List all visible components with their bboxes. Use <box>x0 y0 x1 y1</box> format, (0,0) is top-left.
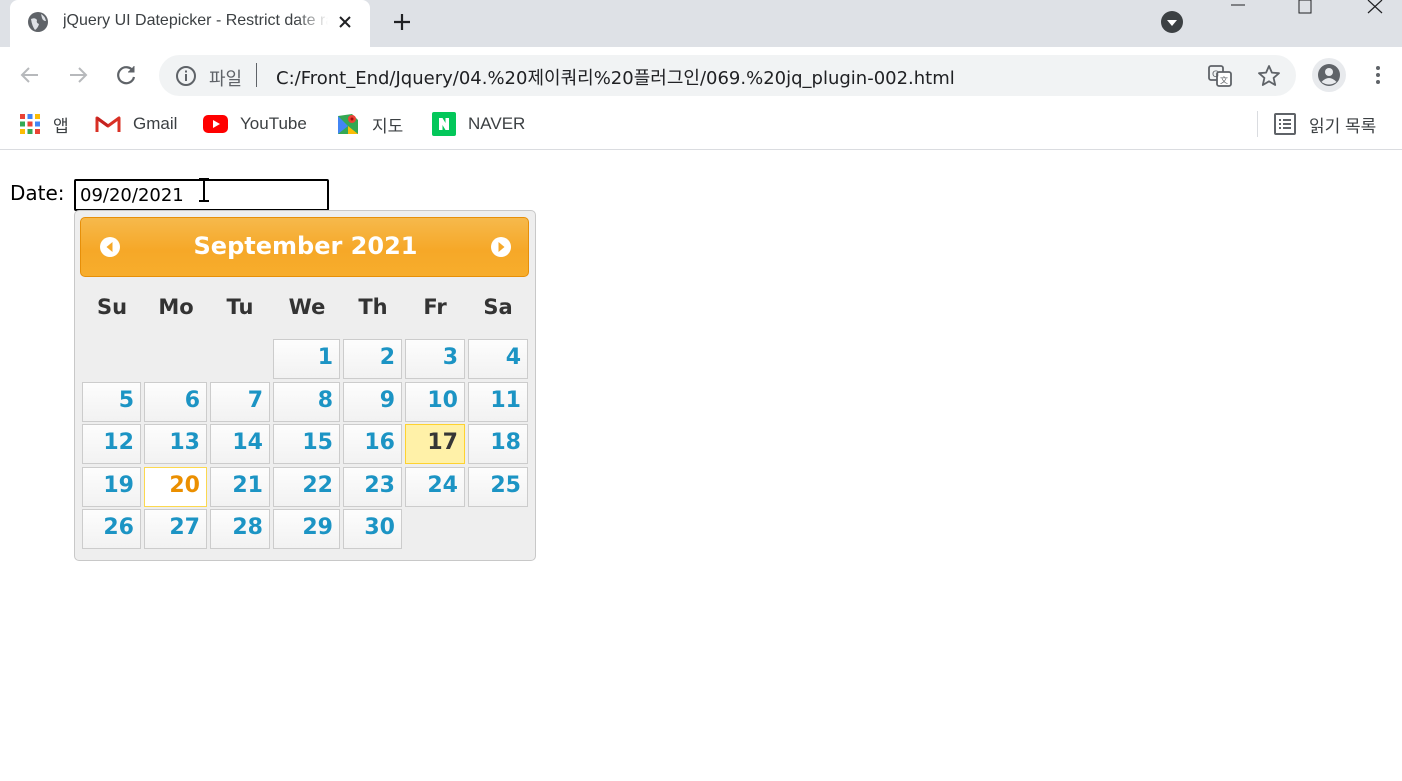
apps-grid-icon <box>20 114 40 134</box>
day-cell-4[interactable]: 4 <box>468 339 528 379</box>
bookmark-gmail[interactable]: Gmail <box>95 111 177 137</box>
datepicker-month-year: September 2021 <box>193 232 418 260</box>
page-content: Date: September 2021 SuMoTuWeThFrSa 1234… <box>0 151 1402 781</box>
day-cell-14[interactable]: 14 <box>210 424 270 464</box>
bookmark-maps[interactable]: 지도 <box>336 111 403 137</box>
naver-icon <box>432 112 456 136</box>
day-cell-22[interactable]: 22 <box>273 467 340 507</box>
browser-toolbar: 파일 C:/Front_End/Jquery/04.%20제이쿼리%20플러그인… <box>0 47 1402 103</box>
day-cell-20[interactable]: 20 <box>144 467 207 507</box>
reading-list-button[interactable]: 읽기 목록 <box>1273 111 1376 137</box>
date-label: Date: <box>10 181 65 205</box>
translate-icon[interactable]: G 文 <box>1207 63 1233 89</box>
address-scheme: 파일 <box>209 69 243 90</box>
bookmark-youtube[interactable]: YouTube <box>203 111 307 137</box>
day-cell-13[interactable]: 13 <box>144 424 207 464</box>
bookmark-label: YouTube <box>240 114 307 133</box>
day-cell-6[interactable]: 6 <box>144 382 207 422</box>
day-cell-25[interactable]: 25 <box>468 467 528 507</box>
bookmark-naver[interactable]: NAVER <box>432 111 525 137</box>
day-cell-29[interactable]: 29 <box>273 509 340 549</box>
weekday-label: Sa <box>483 295 513 319</box>
day-cell-8[interactable]: 8 <box>273 382 340 422</box>
day-cell-16[interactable]: 16 <box>343 424 402 464</box>
day-cell-18[interactable]: 18 <box>468 424 528 464</box>
day-cell-27[interactable]: 27 <box>144 509 207 549</box>
day-cell-7[interactable]: 7 <box>210 382 270 422</box>
datepicker-header: September 2021 <box>80 217 529 277</box>
browser-tab[interactable]: jQuery UI Datepicker - Restrict date ran… <box>10 0 370 47</box>
day-cell-15[interactable]: 15 <box>273 424 340 464</box>
bookmark-label: 앱 <box>53 116 69 136</box>
day-cell-9[interactable]: 9 <box>343 382 402 422</box>
day-cell-28[interactable]: 28 <box>210 509 270 549</box>
day-cell-24[interactable]: 24 <box>405 467 465 507</box>
window-close-icon[interactable] <box>1355 0 1395 20</box>
maximize-icon[interactable] <box>1285 0 1325 20</box>
reload-icon[interactable] <box>112 61 140 89</box>
weekday-label: Th <box>358 295 388 319</box>
address-divider <box>256 63 257 87</box>
new-tab-icon[interactable] <box>390 10 414 34</box>
day-cell-10[interactable]: 10 <box>405 382 465 422</box>
day-cell-12[interactable]: 12 <box>82 424 141 464</box>
next-month-icon[interactable] <box>490 236 512 258</box>
day-cell-11[interactable]: 11 <box>468 382 528 422</box>
reading-list-label: 읽기 목록 <box>1309 116 1377 136</box>
globe-icon <box>28 12 48 32</box>
bookmark-label: Gmail <box>133 114 178 133</box>
day-cell-1[interactable]: 1 <box>273 339 340 379</box>
bookmark-apps[interactable]: 앱 <box>19 111 69 137</box>
day-cell-5[interactable]: 5 <box>82 382 141 422</box>
day-cell-26[interactable]: 26 <box>82 509 141 549</box>
tab-search-icon[interactable] <box>1160 10 1184 34</box>
forward-arrow-icon[interactable] <box>64 61 92 89</box>
day-cell-21[interactable]: 21 <box>210 467 270 507</box>
weekday-label: We <box>288 295 326 319</box>
datepicker-popup: September 2021 Su Mo Tu We Th Fr Sa 1234567891… <box>74 210 536 561</box>
bookmark-label: 지도 <box>372 116 404 136</box>
bookmark-star-icon[interactable] <box>1256 63 1282 89</box>
address-url[interactable]: C:/Front_End/Jquery/04.%20제이쿼리%20플러그인/06… <box>276 64 955 90</box>
svg-text:文: 文 <box>1220 75 1228 85</box>
reading-list-icon <box>1274 113 1296 135</box>
gmail-icon <box>95 116 121 132</box>
day-cell-2[interactable]: 2 <box>343 339 402 379</box>
address-bar[interactable]: 파일 C:/Front_End/Jquery/04.%20제이쿼리%20플러그인… <box>159 55 1296 96</box>
day-cell-3[interactable]: 3 <box>405 339 465 379</box>
weekday-label: Su <box>96 295 128 319</box>
tab-close-icon[interactable] <box>335 12 355 32</box>
weekday-label: Tu <box>226 295 254 319</box>
more-vert-icon[interactable] <box>1366 63 1390 87</box>
maps-icon <box>338 114 358 134</box>
bookmarks-bar: 앱 Gmail YouTube 지도 NAVER 읽기 목록 <box>0 103 1402 150</box>
bookmark-label: NAVER <box>468 114 526 133</box>
info-icon[interactable] <box>175 65 197 87</box>
tab-title: jQuery UI Datepicker - Restrict date ran… <box>63 12 328 29</box>
day-cell-23[interactable]: 23 <box>343 467 402 507</box>
back-arrow-icon[interactable] <box>16 61 44 89</box>
weekday-label: Mo <box>158 295 194 319</box>
youtube-icon <box>203 115 228 133</box>
minimize-icon[interactable] <box>1218 0 1258 20</box>
weekday-label: Fr <box>423 295 447 319</box>
bookmark-divider <box>1257 111 1258 137</box>
day-cell-17[interactable]: 17 <box>405 424 465 464</box>
person-icon <box>1318 64 1340 86</box>
text-cursor-icon <box>199 178 209 202</box>
title-bar: jQuery UI Datepicker - Restrict date ran… <box>0 0 1402 47</box>
profile-avatar[interactable] <box>1312 58 1346 92</box>
svg-text:G: G <box>1212 70 1219 80</box>
day-cell-30[interactable]: 30 <box>343 509 402 549</box>
day-cell-19[interactable]: 19 <box>82 467 141 507</box>
